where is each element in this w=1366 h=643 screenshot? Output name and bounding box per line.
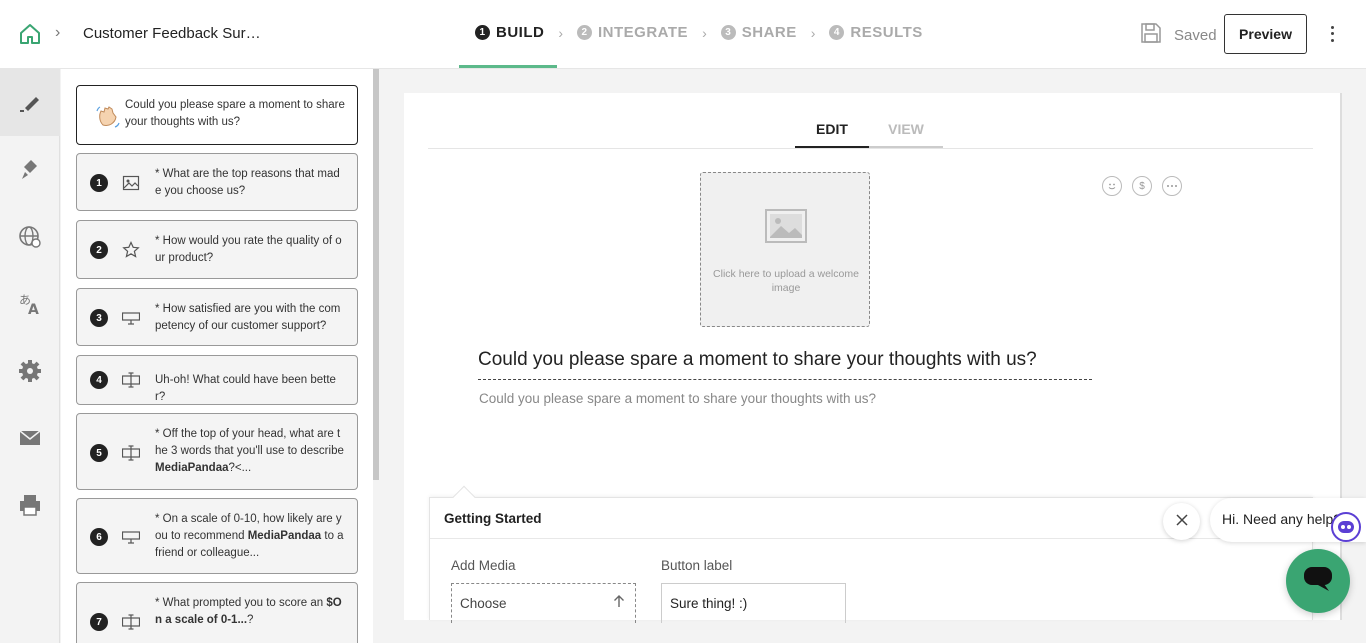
save-status: Saved	[1140, 22, 1217, 48]
question-card-6[interactable]: 6 * On a scale of 0-10, how likely are y…	[76, 498, 358, 574]
tab-edit[interactable]: EDIT	[795, 111, 869, 149]
panel-title: Getting Started	[444, 511, 542, 526]
home-icon[interactable]	[18, 22, 42, 46]
question-card-2[interactable]: 2 * How would you rate the quality of ou…	[76, 220, 358, 279]
question-card-4[interactable]: 4 Uh-oh! What could have been better?	[76, 355, 358, 405]
mail-icon[interactable]	[0, 404, 60, 471]
settings-icon[interactable]	[0, 337, 60, 404]
welcome-card-text: Could you please spare a moment to share…	[125, 99, 345, 128]
question-card-3[interactable]: 3 * How satisfied are you with the compe…	[76, 288, 358, 346]
svg-text:A: A	[28, 302, 39, 317]
image-placeholder-icon	[765, 209, 807, 248]
text-field-icon	[121, 444, 141, 462]
welcome-card[interactable]: Could you please spare a moment to share…	[76, 85, 358, 145]
print-icon[interactable]	[0, 471, 60, 538]
choose-media-button[interactable]: Choose	[451, 583, 636, 623]
step-build[interactable]: 1 BUILD	[475, 24, 544, 41]
welcome-subtitle-input[interactable]: Could you please spare a moment to share…	[479, 391, 876, 406]
paint-icon[interactable]	[0, 136, 60, 203]
welcome-title-input[interactable]: Could you please spare a moment to share…	[478, 349, 1092, 380]
question-5-text: * Off the top of your head, what are the…	[155, 428, 344, 474]
more-icon[interactable]	[1162, 176, 1182, 196]
step-results[interactable]: 4 RESULTS	[829, 24, 922, 41]
translate-icon[interactable]: あA	[0, 270, 60, 337]
chat-icon	[1302, 565, 1334, 598]
step-share[interactable]: 3 SHARE	[720, 24, 797, 41]
title-tools: $	[1102, 176, 1182, 196]
upload-arrow-icon	[613, 594, 625, 611]
build-icon[interactable]	[0, 69, 60, 136]
waving-hand-icon	[95, 103, 121, 129]
globe-icon[interactable]	[0, 203, 60, 270]
survey-title[interactable]: Customer Feedback Sur…	[83, 25, 261, 42]
dollar-icon[interactable]: $	[1132, 176, 1152, 196]
save-icon	[1140, 22, 1162, 48]
chat-launcher-button[interactable]	[1286, 549, 1350, 613]
tab-view[interactable]: VIEW	[869, 111, 943, 149]
more-options-icon[interactable]	[1325, 24, 1339, 44]
question-7-text: * What prompted you to score an $On a sc…	[155, 597, 342, 626]
text-field-icon	[121, 613, 141, 631]
welcome-image-upload[interactable]: Click here to upload a welcome image	[700, 172, 870, 327]
add-media-label: Add Media	[451, 558, 516, 573]
preview-button[interactable]: Preview	[1224, 14, 1307, 54]
question-card-5[interactable]: 5 * Off the top of your head, what are t…	[76, 413, 358, 490]
monitor-icon	[121, 309, 141, 327]
active-step-indicator	[459, 65, 557, 68]
question-6-text: * On a scale of 0-10, how likely are you…	[155, 513, 344, 559]
chat-bot-avatar	[1331, 512, 1361, 542]
chat-close-button[interactable]	[1163, 503, 1200, 540]
chevron-right-icon: ›	[558, 24, 563, 41]
button-label-label: Button label	[661, 558, 733, 573]
text-field-icon	[121, 371, 141, 389]
top-bar: › Customer Feedback Sur… 1 BUILD › 2 INT…	[0, 0, 1366, 69]
question-card-7[interactable]: 7 * What prompted you to score an $On a …	[76, 582, 358, 643]
editor-tabs: EDIT VIEW	[795, 111, 943, 149]
question-card-1[interactable]: 1 * What are the top reasons that made y…	[76, 153, 358, 211]
button-label-input[interactable]: Sure thing! :)	[661, 583, 846, 623]
tabs-divider	[428, 148, 1313, 149]
question-list-scrollbar[interactable]	[373, 69, 379, 480]
upload-hint: Click here to upload a welcome image	[713, 268, 859, 294]
image-icon	[122, 174, 140, 192]
chevron-right-icon: ›	[55, 24, 61, 41]
chevron-right-icon: ›	[702, 24, 707, 41]
question-list: Could you please spare a moment to share…	[61, 69, 373, 643]
star-icon	[122, 241, 140, 259]
smiley-icon[interactable]	[1102, 176, 1122, 196]
step-nav: 1 BUILD › 2 INTEGRATE › 3 SHARE › 4 RESU…	[475, 24, 923, 41]
step-integrate[interactable]: 2 INTEGRATE	[577, 24, 688, 41]
monitor-icon	[121, 528, 141, 546]
close-icon	[1175, 513, 1188, 531]
chevron-right-icon: ›	[810, 24, 816, 41]
sidebar-rail: あA	[0, 69, 60, 643]
